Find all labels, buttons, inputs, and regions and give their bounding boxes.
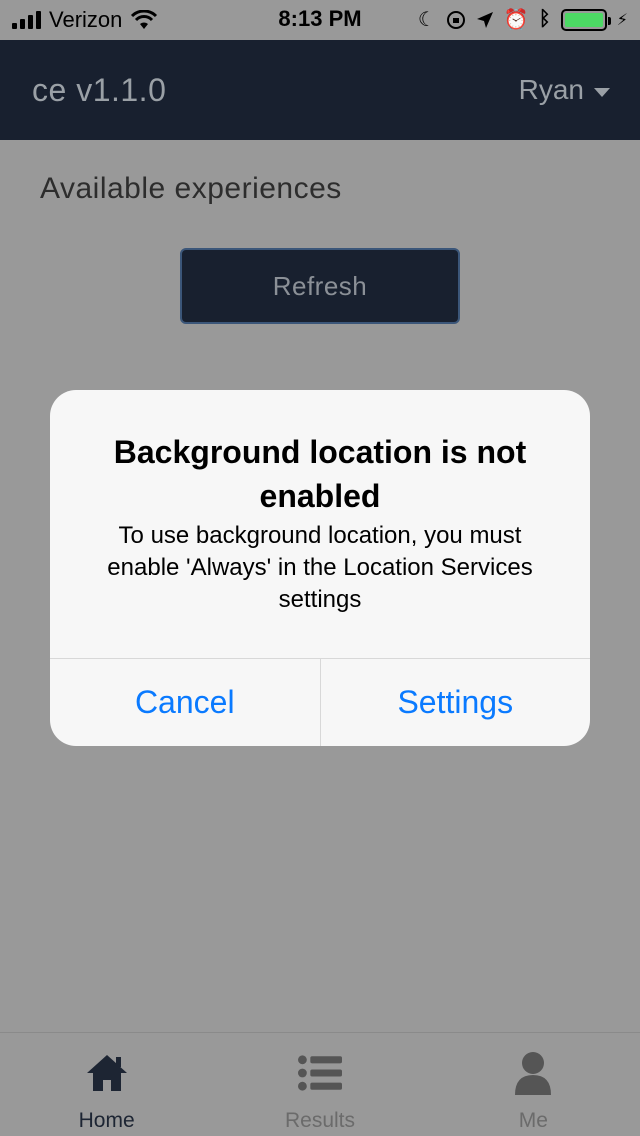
tab-home-label: Home [78, 1109, 135, 1132]
alert-message: To use background location, you must ena… [107, 522, 533, 613]
user-menu-dropdown[interactable]: Ryan [519, 74, 610, 106]
app-title: ce v1.1.0 [32, 72, 167, 108]
caret-down-icon [594, 87, 610, 97]
user-icon [511, 1051, 555, 1095]
cancel-button[interactable]: Cancel [50, 659, 320, 746]
bluetooth-icon: ᛒ [538, 8, 551, 30]
user-name: Ryan [518, 74, 584, 105]
app-header: ce v1.1.0 Ryan [0, 40, 640, 140]
do-not-disturb-icon: ☾ [417, 9, 436, 31]
status-bar: Verizon 8:13 PM ☾ ⏰ ᛒ ⚡ [0, 0, 640, 40]
refresh-button[interactable]: Refresh [180, 248, 460, 324]
tab-me[interactable]: Me [427, 1033, 640, 1136]
tab-home[interactable]: Home [0, 1033, 213, 1136]
battery-icon [560, 8, 611, 31]
alert-title: Background location is not enabled [113, 434, 527, 514]
status-bar-right: ☾ ⏰ ᛒ ⚡ [418, 7, 628, 32]
tab-me-label: Me [518, 1109, 548, 1132]
settings-button[interactable]: Settings [319, 659, 591, 746]
tab-results[interactable]: Results [213, 1033, 426, 1136]
location-arrow-icon [476, 11, 493, 28]
list-icon [297, 1051, 342, 1095]
battery-level [564, 12, 603, 27]
section-title: Available experiences [40, 172, 342, 205]
bottom-tab-bar: Home Results Me [0, 1032, 640, 1136]
alert-button-row: Cancel Settings [50, 658, 590, 746]
rotation-lock-icon [446, 10, 465, 29]
alarm-icon: ⏰ [503, 9, 529, 31]
charging-icon: ⚡ [616, 11, 628, 29]
location-alert-dialog: Background location is not enabled To us… [50, 390, 590, 746]
home-icon [85, 1051, 129, 1095]
tab-results-label: Results [284, 1109, 355, 1132]
